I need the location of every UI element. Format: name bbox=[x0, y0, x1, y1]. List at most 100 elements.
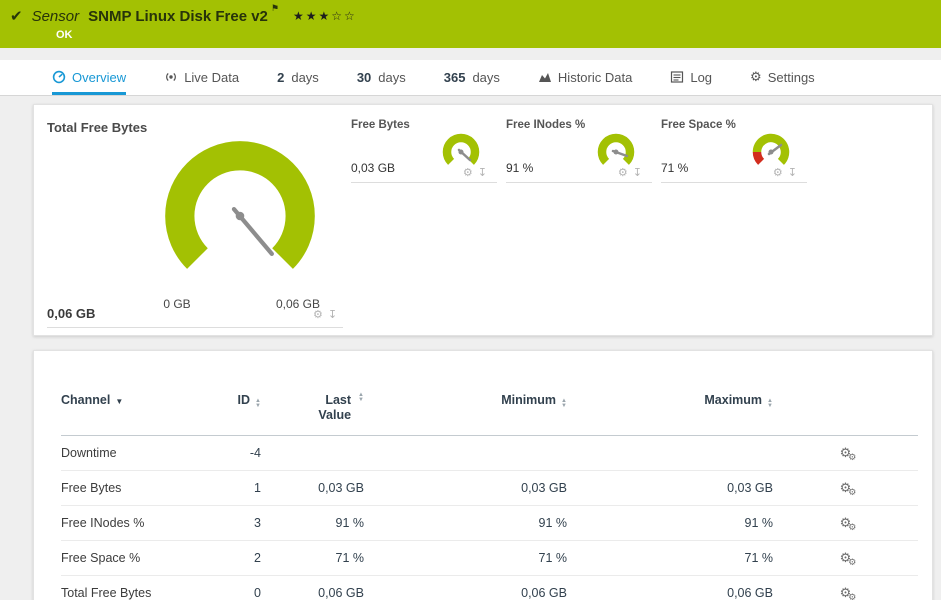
main-content: Total Free Bytes 0 GB 0,06 GB 0,06 GB ⚙ … bbox=[33, 104, 933, 600]
gauge-settings-icon[interactable]: ⚙ bbox=[463, 166, 473, 179]
total-free-bytes-gauge bbox=[165, 141, 315, 269]
maximum-value: 0,06 GB bbox=[567, 575, 773, 600]
channel-id: 1 bbox=[191, 470, 261, 506]
primary-gauge-value: 0,06 GB bbox=[47, 306, 96, 321]
tab-label: days bbox=[291, 69, 319, 85]
gauges-panel: Total Free Bytes 0 GB 0,06 GB 0,06 GB ⚙ … bbox=[33, 104, 933, 336]
column-header-maximum[interactable]: Maximum ▲ ▼ bbox=[567, 385, 773, 436]
tab-label: days bbox=[472, 69, 500, 85]
gauge-settings-icon[interactable]: ⚙ bbox=[618, 166, 628, 179]
channel-settings-icon[interactable]: ⚙ ⚙ bbox=[840, 585, 857, 600]
tab-label: Live Data bbox=[184, 69, 240, 85]
historic-data-icon bbox=[538, 73, 551, 82]
last-value: 0,03 GB bbox=[261, 470, 364, 506]
column-header-minimum[interactable]: Minimum ▲ ▼ bbox=[364, 385, 567, 436]
gauge-free-inodes: Free INodes % 91 % ⚙ ↧ bbox=[506, 119, 652, 183]
last-value: 0,06 GB bbox=[261, 575, 364, 600]
channels-panel: Channel ▼ ID ▲ ▼ Last Value ▲ ▼ Minimum ▲ ▼ bbox=[33, 350, 933, 600]
minimum-value: 71 % bbox=[364, 540, 567, 576]
tab-live-data[interactable]: Live Data bbox=[164, 60, 239, 95]
status-badge: OK bbox=[56, 29, 73, 41]
channel-id: 3 bbox=[191, 505, 261, 541]
tab-365-days[interactable]: 365 days bbox=[444, 60, 500, 95]
channel-id: -4 bbox=[191, 435, 261, 471]
settings-gear-icon: ⚙ bbox=[750, 69, 762, 84]
gauge-value: 91 % bbox=[506, 161, 534, 175]
channel-name: Free INodes % bbox=[61, 505, 191, 541]
gauge-free-bytes: Free Bytes 0,03 GB ⚙ ↧ bbox=[351, 119, 497, 183]
sort-icon: ▲ ▼ bbox=[561, 398, 567, 409]
status-check-icon: ✔ bbox=[10, 8, 23, 25]
last-value: 91 % bbox=[261, 505, 364, 541]
small-gauges-row: Free Bytes 0,03 GB ⚙ ↧ Free INodes % 91 … bbox=[351, 119, 807, 183]
column-header-channel[interactable]: Channel ▼ bbox=[61, 385, 191, 436]
tab-label: Log bbox=[690, 69, 713, 85]
last-value: 71 % bbox=[261, 540, 364, 576]
gauge-pin-icon[interactable]: ↧ bbox=[633, 166, 642, 179]
gauge-pin-icon[interactable]: ↧ bbox=[788, 166, 797, 179]
overview-icon bbox=[52, 70, 66, 84]
column-header-actions bbox=[773, 385, 918, 436]
column-header-last-value[interactable]: Last Value ▲ ▼ bbox=[261, 385, 364, 436]
tab-number: 2 bbox=[277, 69, 285, 85]
tab-number: 365 bbox=[443, 69, 466, 85]
gauge-pin-icon[interactable]: ↧ bbox=[478, 166, 487, 179]
table-row: Downtime -4 ⚙ ⚙ bbox=[61, 435, 918, 471]
table-header-row: Channel ▼ ID ▲ ▼ Last Value ▲ ▼ Minimum ▲ ▼ bbox=[61, 385, 918, 436]
primary-gauge-title: Total Free Bytes bbox=[47, 120, 148, 135]
table-row: Free Space % 2 71 % 71 % 71 % ⚙ ⚙ bbox=[61, 540, 918, 576]
channel-settings-icon[interactable]: ⚙ ⚙ bbox=[840, 515, 857, 532]
gauge-free-space: Free Space % 71 % ⚙ ↧ bbox=[661, 119, 807, 183]
object-type-label: Sensor bbox=[31, 7, 80, 25]
minimum-value bbox=[364, 435, 567, 471]
gauge-settings-icon[interactable]: ⚙ bbox=[773, 166, 783, 179]
channel-settings-icon[interactable]: ⚙ ⚙ bbox=[840, 445, 857, 462]
minimum-value: 0,06 GB bbox=[364, 575, 567, 600]
gauge-value: 71 % bbox=[661, 161, 689, 175]
log-icon bbox=[671, 71, 684, 83]
last-value bbox=[261, 435, 364, 471]
tab-overview[interactable]: Overview bbox=[52, 60, 127, 95]
channel-settings-icon[interactable]: ⚙ ⚙ bbox=[840, 550, 857, 567]
tab-number: 30 bbox=[356, 69, 372, 85]
maximum-value: 71 % bbox=[567, 540, 773, 576]
channel-name: Downtime bbox=[61, 435, 191, 471]
minimum-value: 91 % bbox=[364, 505, 567, 541]
tab-log[interactable]: Log bbox=[670, 60, 712, 95]
table-row: Free INodes % 3 91 % 91 % 91 % ⚙ ⚙ bbox=[61, 505, 918, 541]
tab-label: Overview bbox=[72, 69, 127, 85]
minimum-value: 0,03 GB bbox=[364, 470, 567, 506]
tab-label: Historic Data bbox=[557, 69, 633, 85]
table-row: Total Free Bytes 0 0,06 GB 0,06 GB 0,06 … bbox=[61, 575, 918, 600]
priority-stars[interactable]: ★★★☆☆ bbox=[293, 9, 357, 23]
tab-label: Settings bbox=[767, 69, 815, 85]
gauge-actions: ⚙ ↧ bbox=[773, 166, 797, 179]
tab-settings[interactable]: ⚙ Settings bbox=[750, 60, 815, 95]
sort-caret-icon: ▼ bbox=[115, 397, 124, 406]
sort-icon: ▲ ▼ bbox=[358, 392, 364, 403]
tab-label: days bbox=[378, 69, 406, 85]
channel-name: Free Bytes bbox=[61, 470, 191, 506]
gauge-pin-icon[interactable]: ↧ bbox=[328, 308, 337, 321]
channel-name: Total Free Bytes bbox=[61, 575, 191, 600]
sensor-header: ✔ Sensor SNMP Linux Disk Free v2 ⚑ ★★★☆☆… bbox=[0, 0, 941, 48]
gauge-settings-icon[interactable]: ⚙ bbox=[313, 308, 323, 321]
sort-icon: ▲ ▼ bbox=[767, 398, 773, 409]
tab-30-days[interactable]: 30 days bbox=[357, 60, 406, 95]
primary-gauge-actions: ⚙ ↧ bbox=[313, 308, 337, 321]
channels-table: Channel ▼ ID ▲ ▼ Last Value ▲ ▼ Minimum ▲ ▼ bbox=[61, 385, 918, 600]
column-header-id[interactable]: ID ▲ ▼ bbox=[191, 385, 261, 436]
channel-id: 0 bbox=[191, 575, 261, 600]
channel-id: 2 bbox=[191, 540, 261, 576]
gauge-value: 0,03 GB bbox=[351, 161, 396, 175]
channel-settings-icon[interactable]: ⚙ ⚙ bbox=[840, 480, 857, 497]
maximum-value: 91 % bbox=[567, 505, 773, 541]
page-title: SNMP Linux Disk Free v2 bbox=[88, 7, 268, 25]
gauge-actions: ⚙ ↧ bbox=[618, 166, 642, 179]
tab-2-days[interactable]: 2 days bbox=[277, 60, 319, 95]
channel-name: Free Space % bbox=[61, 540, 191, 576]
gauge-scale-min: 0 GB bbox=[163, 297, 191, 311]
tab-historic-data[interactable]: Historic Data bbox=[538, 60, 632, 95]
live-data-icon bbox=[166, 72, 177, 82]
flag-icon[interactable]: ⚑ bbox=[271, 3, 279, 14]
